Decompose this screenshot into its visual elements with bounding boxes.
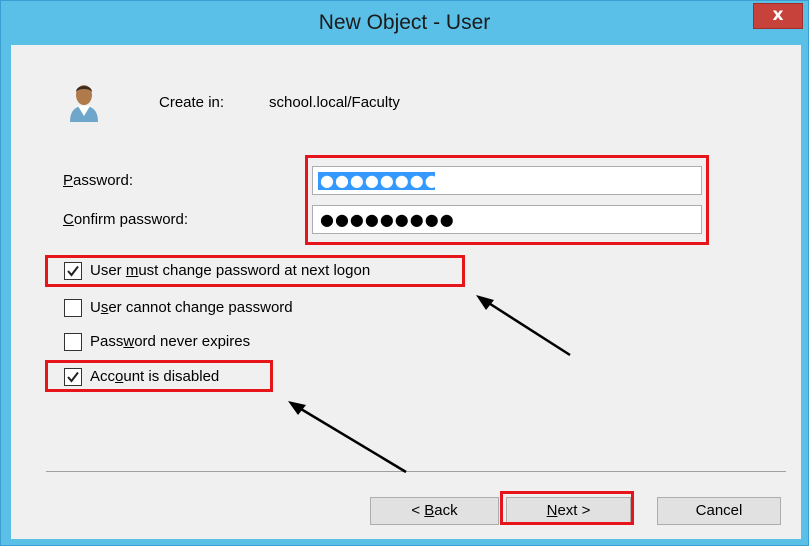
arrow-icon	[476, 295, 571, 357]
arrow-icon	[288, 401, 407, 474]
annotation-arrows	[288, 295, 571, 474]
